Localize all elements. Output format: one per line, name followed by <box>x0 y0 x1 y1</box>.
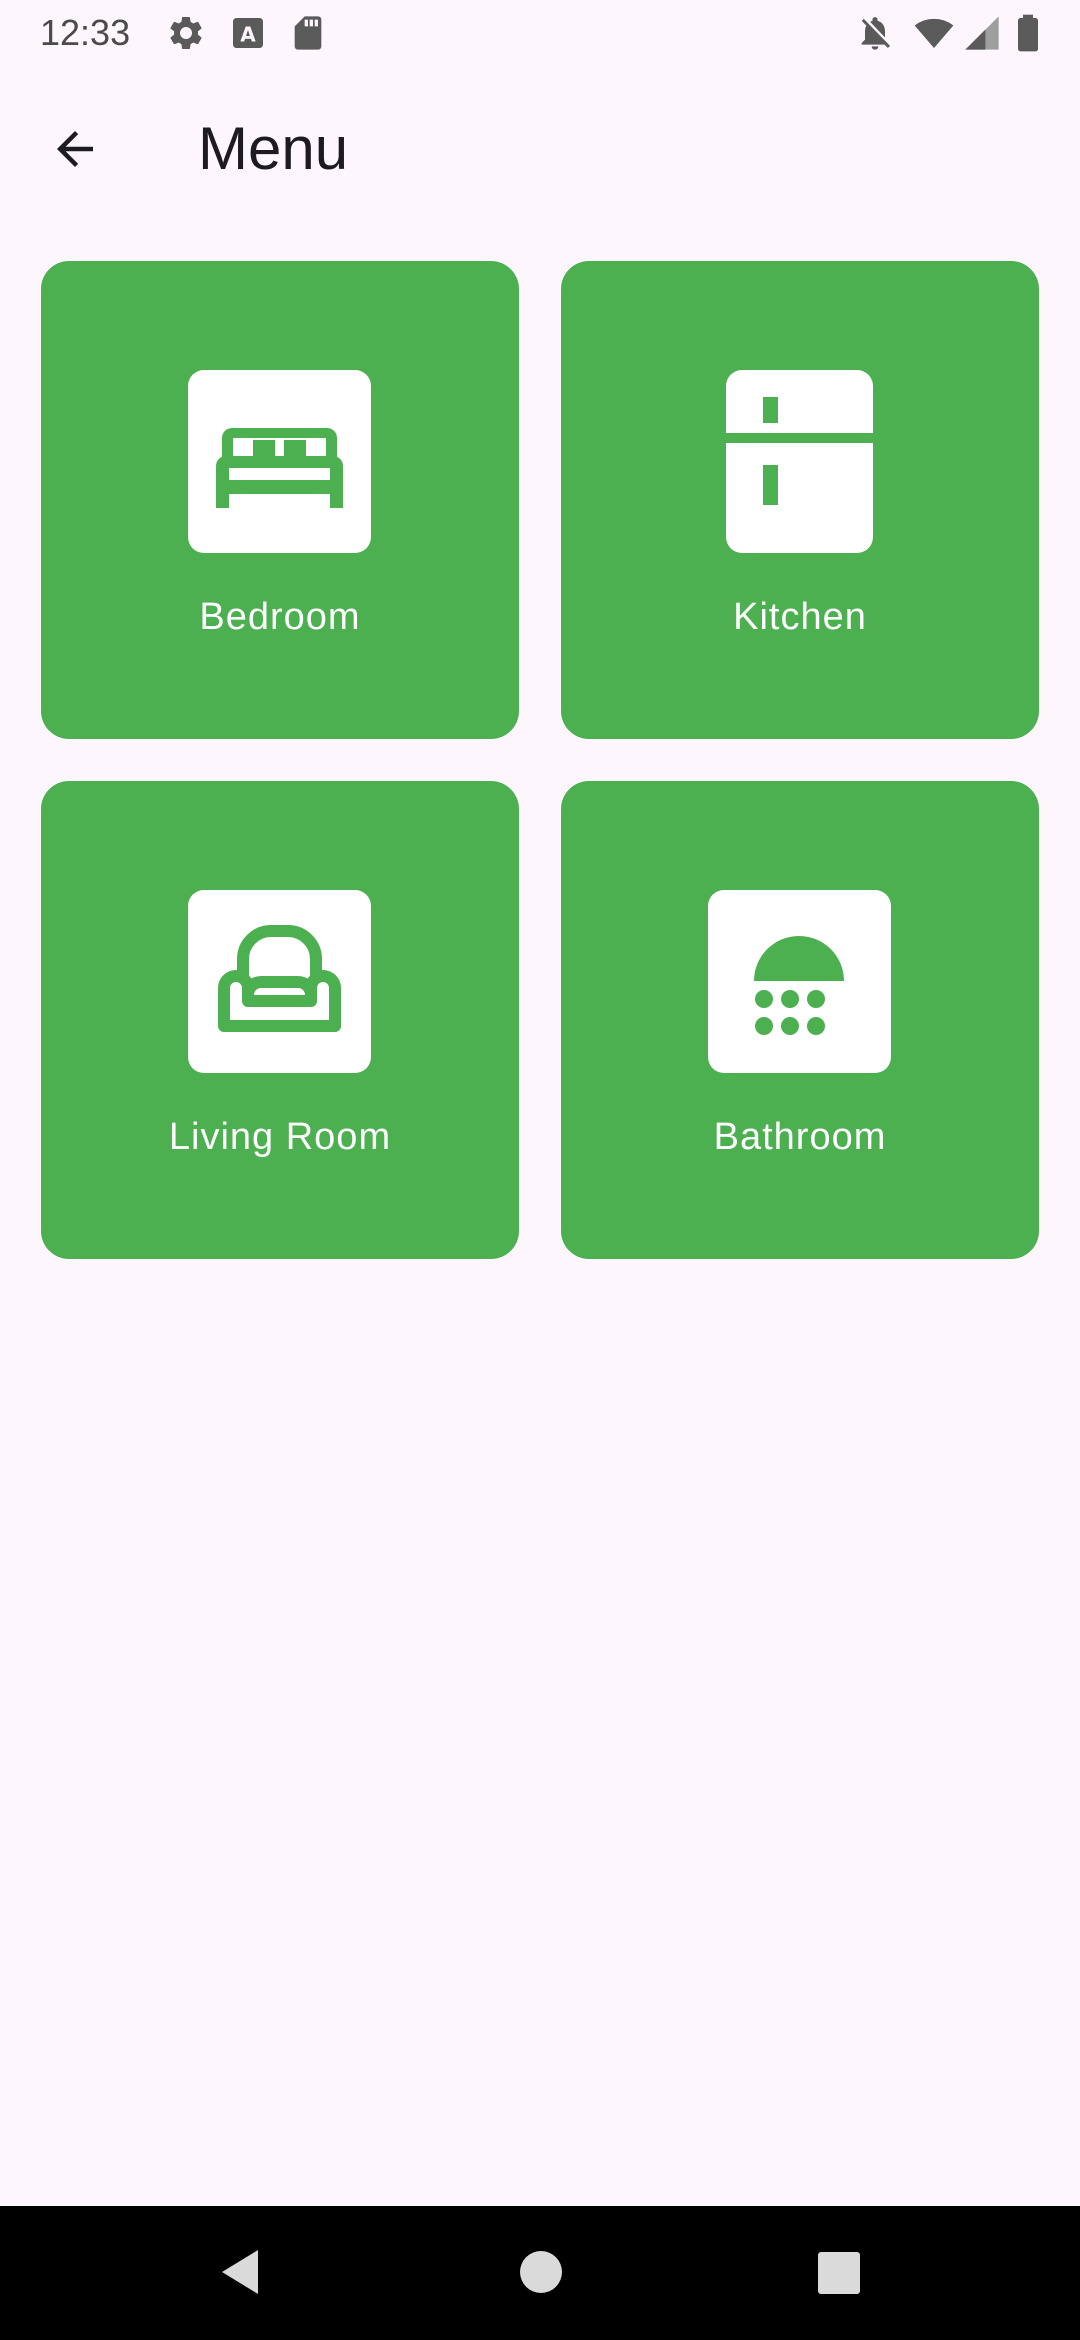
wifi-icon <box>912 13 956 58</box>
page-title: Menu <box>198 115 349 182</box>
home-circle-icon <box>520 2251 562 2293</box>
a-box-icon: A <box>228 13 268 58</box>
nav-home-button[interactable] <box>514 2244 570 2300</box>
bed-icon <box>188 370 371 553</box>
back-button[interactable] <box>30 104 120 194</box>
tile-bathroom[interactable]: Bathroom <box>561 781 1039 1259</box>
shower-icon <box>708 890 891 1073</box>
tile-label: Kitchen <box>733 596 867 638</box>
battery-icon <box>1012 13 1044 58</box>
tile-label: Living Room <box>168 1116 392 1158</box>
recents-square-icon <box>818 2252 860 2294</box>
tile-label: Bathroom <box>713 1116 887 1158</box>
svg-text:A: A <box>240 22 256 46</box>
nav-recents-button[interactable] <box>812 2244 868 2300</box>
status-time: 12:33 <box>40 12 131 53</box>
nav-back-button[interactable] <box>212 2244 268 2300</box>
sofa-icon <box>188 890 371 1073</box>
settings-icon <box>166 13 206 58</box>
notifications-off-icon <box>855 13 895 58</box>
navigation-bar <box>0 2206 1080 2340</box>
app-bar: Menu <box>0 66 1080 216</box>
tile-label: Bedroom <box>199 596 361 638</box>
kitchen-icon <box>726 370 873 553</box>
status-bar: 12:33 A <box>0 0 1080 66</box>
tile-living-room[interactable]: Living Room <box>41 781 519 1259</box>
signal-icon <box>962 13 1002 58</box>
sd-card-icon <box>288 13 328 58</box>
back-triangle-icon <box>222 2250 258 2294</box>
tile-bedroom[interactable]: Bedroom <box>41 261 519 739</box>
arrow-back-icon <box>57 131 93 167</box>
tile-kitchen[interactable]: Kitchen <box>561 261 1039 739</box>
